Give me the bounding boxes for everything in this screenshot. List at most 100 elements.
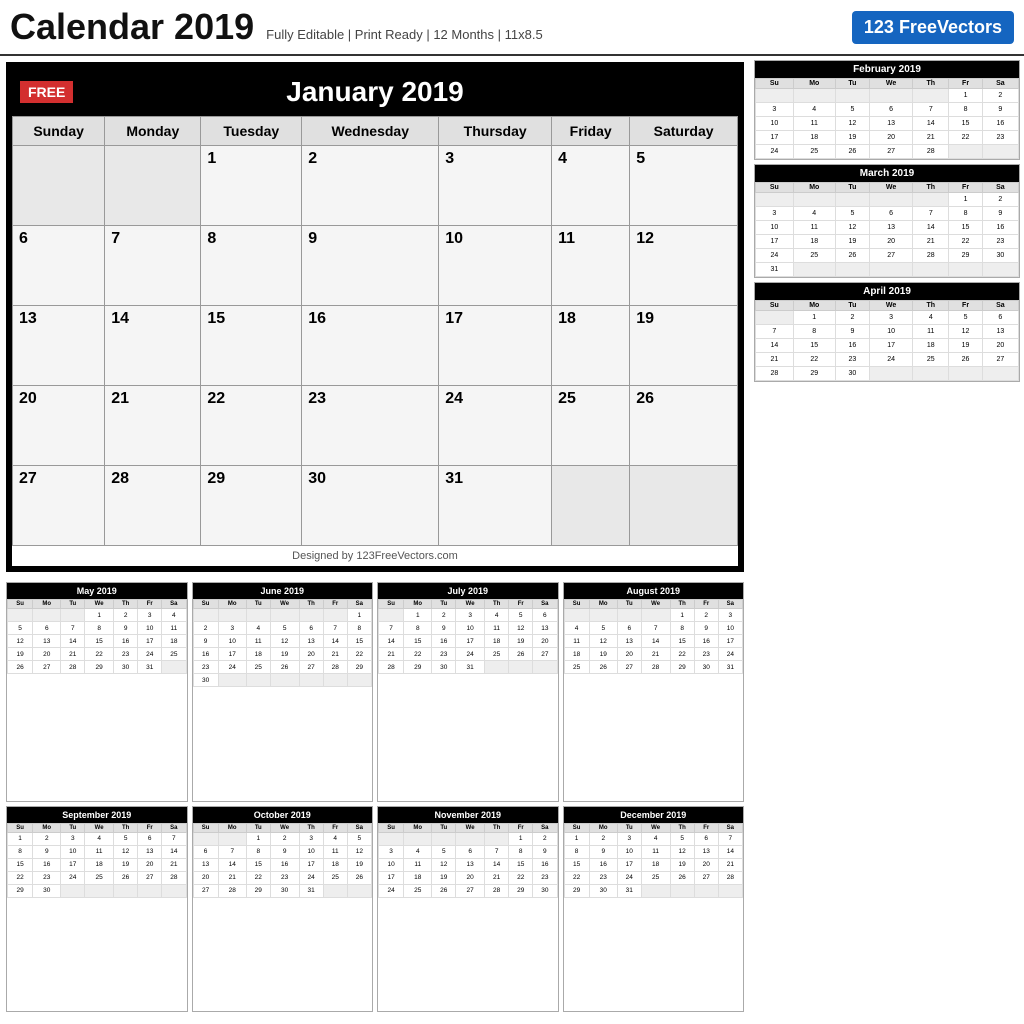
small-month-day: 23 — [114, 648, 138, 661]
jan-day-cell: 4 — [552, 146, 630, 226]
small-month-day: 18 — [323, 858, 347, 871]
small-month-day: 7 — [323, 622, 347, 635]
small-month-day: 21 — [718, 858, 742, 871]
small-month-day-header: Tu — [617, 600, 641, 609]
jan-col-thu: Thursday — [439, 117, 552, 146]
small-month-day: 30 — [432, 661, 456, 674]
small-month-day — [432, 832, 456, 845]
january-header: FREE January 2019 — [12, 68, 738, 116]
small-month-day: 6 — [299, 622, 323, 635]
small-month-day-header: Fr — [138, 600, 162, 609]
small-month-day: 18 — [162, 635, 186, 648]
small-month-day: 30 — [193, 674, 218, 687]
small-month-day: 31 — [138, 661, 162, 674]
small-month-day: 5 — [8, 622, 33, 635]
jan-day-cell: 10 — [439, 226, 552, 306]
small-month-day — [218, 609, 246, 622]
sidebar-day: 29 — [793, 367, 835, 381]
small-month-day: 27 — [299, 661, 323, 674]
sidebar-day — [982, 145, 1018, 159]
small-month-day: 29 — [670, 661, 694, 674]
small-month-table: SuMoTuWeThFrSa12345678910111213141516171… — [378, 823, 558, 898]
small-month-day — [641, 884, 670, 897]
jan-col-sun: Sunday — [13, 117, 105, 146]
small-month-day: 26 — [432, 884, 456, 897]
small-month-day: 25 — [246, 661, 270, 674]
sidebar-day: 22 — [949, 235, 982, 249]
small-month-day: 25 — [85, 871, 114, 884]
small-month-day: 29 — [246, 884, 270, 897]
small-month-header: July 2019 — [378, 583, 558, 599]
small-month-day: 17 — [138, 635, 162, 648]
sidebar-day — [870, 193, 913, 207]
small-month-day: 13 — [33, 635, 61, 648]
sidebar-day-header: We — [870, 183, 913, 193]
sidebar-day — [793, 89, 835, 103]
small-month-day: 3 — [379, 845, 404, 858]
small-month-day: 10 — [299, 845, 323, 858]
small-month-day — [162, 884, 186, 897]
small-month-day: 14 — [323, 635, 347, 648]
small-month-header: October 2019 — [193, 807, 373, 823]
small-month-day: 28 — [718, 871, 742, 884]
small-month-day: 3 — [456, 609, 485, 622]
sidebar-day — [835, 193, 869, 207]
sidebar-day: 11 — [793, 221, 835, 235]
small-month-day: 3 — [138, 609, 162, 622]
sidebar-day: 22 — [949, 131, 982, 145]
small-month-day: 4 — [485, 609, 509, 622]
small-month-day-header: Su — [193, 823, 218, 832]
small-month-day-header: Th — [299, 823, 323, 832]
small-month-day: 12 — [114, 845, 138, 858]
sidebar-day: 23 — [982, 131, 1018, 145]
sidebar-day: 9 — [982, 207, 1018, 221]
small-month-table: SuMoTuWeThFrSa12345678910111213141516171… — [193, 823, 373, 898]
small-month-day: 1 — [246, 832, 270, 845]
sidebar-day: 18 — [793, 131, 835, 145]
small-month-day: 2 — [432, 609, 456, 622]
small-month-day: 30 — [270, 884, 299, 897]
small-month-day — [456, 832, 485, 845]
small-month-day: 8 — [404, 622, 432, 635]
sidebar-day: 11 — [913, 325, 949, 339]
small-month-day: 26 — [270, 661, 299, 674]
small-month-header: August 2019 — [564, 583, 744, 599]
sidebar-day: 12 — [949, 325, 982, 339]
small-month-day: 24 — [718, 648, 742, 661]
small-month-day: 11 — [404, 858, 432, 871]
small-month-day-header: Th — [485, 823, 509, 832]
small-month-day: 26 — [114, 871, 138, 884]
small-month-day: 14 — [162, 845, 186, 858]
small-month-day: 18 — [404, 871, 432, 884]
small-month-day-header: We — [456, 823, 485, 832]
small-month-day: 24 — [299, 871, 323, 884]
jan-col-tue: Tuesday — [201, 117, 302, 146]
small-month-day: 11 — [641, 845, 670, 858]
small-month-day: 11 — [85, 845, 114, 858]
sidebar-day — [793, 193, 835, 207]
small-month-day: 22 — [246, 871, 270, 884]
small-month-day — [138, 884, 162, 897]
sidebar-day: 13 — [870, 117, 913, 131]
sidebar-day-header: Su — [756, 183, 794, 193]
small-month-day: 11 — [246, 635, 270, 648]
small-month-day-header: We — [85, 600, 114, 609]
jan-day-cell: 18 — [552, 306, 630, 386]
small-month-day: 22 — [564, 871, 589, 884]
jan-day-cell: 23 — [302, 386, 439, 466]
small-month-day: 10 — [718, 622, 742, 635]
small-month-day: 29 — [85, 661, 114, 674]
small-month-day: 20 — [299, 648, 323, 661]
small-month-day: 2 — [193, 622, 218, 635]
small-month-day: 27 — [617, 661, 641, 674]
small-month-day — [61, 609, 85, 622]
small-month-day: 10 — [456, 622, 485, 635]
small-month-day-header: Su — [379, 823, 404, 832]
jan-day-cell: 2 — [302, 146, 439, 226]
jan-day-cell: 30 — [302, 466, 439, 546]
small-month-day: 4 — [162, 609, 186, 622]
sidebar-day: 21 — [913, 235, 949, 249]
small-month-day: 2 — [114, 609, 138, 622]
small-month-day: 7 — [485, 845, 509, 858]
small-month-day: 29 — [404, 661, 432, 674]
